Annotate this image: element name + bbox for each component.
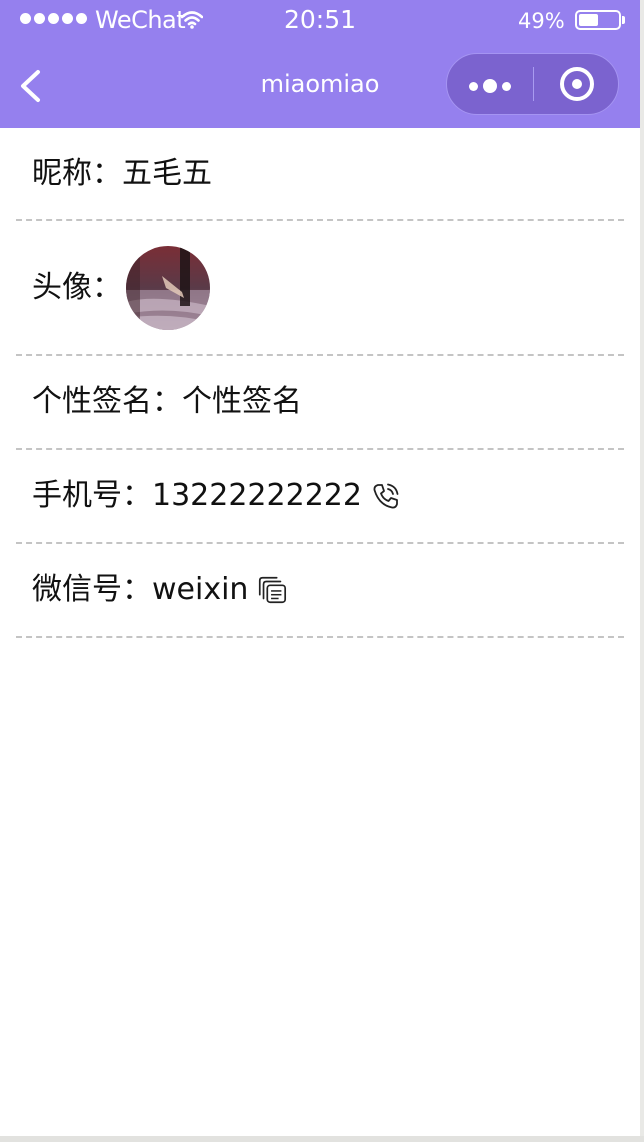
avatar-row: 头像： — [16, 221, 624, 356]
more-dots-icon — [469, 79, 511, 93]
carrier-name: WeChat — [95, 6, 186, 34]
nickname-row: 昵称： 五毛五 — [16, 128, 624, 221]
wechat-value: weixin — [152, 572, 249, 607]
battery-percent: 49% — [518, 9, 565, 33]
battery-cap — [622, 16, 625, 24]
back-button[interactable] — [14, 64, 54, 108]
phone-call-icon[interactable] — [370, 480, 402, 512]
app-screen: WeChat 20:51 49% miaomiao 昵称： 五毛五 头像： 个性… — [0, 0, 640, 1136]
wifi-icon — [181, 11, 203, 29]
phone-row: 手机号： 13222222222 — [16, 450, 624, 544]
wechat-label: 微信号： — [32, 572, 152, 607]
avatar[interactable] — [126, 245, 210, 330]
page-title: miaomiao — [260, 70, 380, 98]
chevron-left-icon — [21, 70, 40, 102]
phone-value: 13222222222 — [152, 478, 362, 513]
status-bar: WeChat 20:51 49% — [0, 0, 640, 40]
nickname-value: 五毛五 — [122, 155, 212, 191]
copy-icon[interactable] — [256, 574, 288, 606]
target-dot — [572, 79, 582, 89]
close-miniprogram-button[interactable] — [534, 54, 618, 114]
phone-label: 手机号： — [32, 478, 152, 513]
more-button[interactable] — [447, 54, 533, 114]
screen-bottom-edge — [0, 1136, 644, 1142]
top-bar: WeChat 20:51 49% miaomiao — [0, 0, 640, 128]
signature-value: 个性签名 — [182, 384, 302, 419]
wechat-row: 微信号： weixin — [16, 544, 624, 638]
battery-level — [579, 14, 598, 26]
profile-list: 昵称： 五毛五 头像： 个性签名： 个性签名 手机号： 13222222222 … — [16, 128, 624, 638]
menu-capsule — [446, 53, 619, 115]
signal-dots-icon — [20, 13, 87, 24]
battery-icon — [575, 10, 621, 30]
signature-row: 个性签名： 个性签名 — [16, 356, 624, 450]
signature-label: 个性签名： — [32, 384, 182, 419]
status-time: 20:51 — [283, 5, 357, 34]
nickname-label: 昵称： — [32, 155, 122, 191]
avatar-label: 头像： — [32, 269, 122, 305]
